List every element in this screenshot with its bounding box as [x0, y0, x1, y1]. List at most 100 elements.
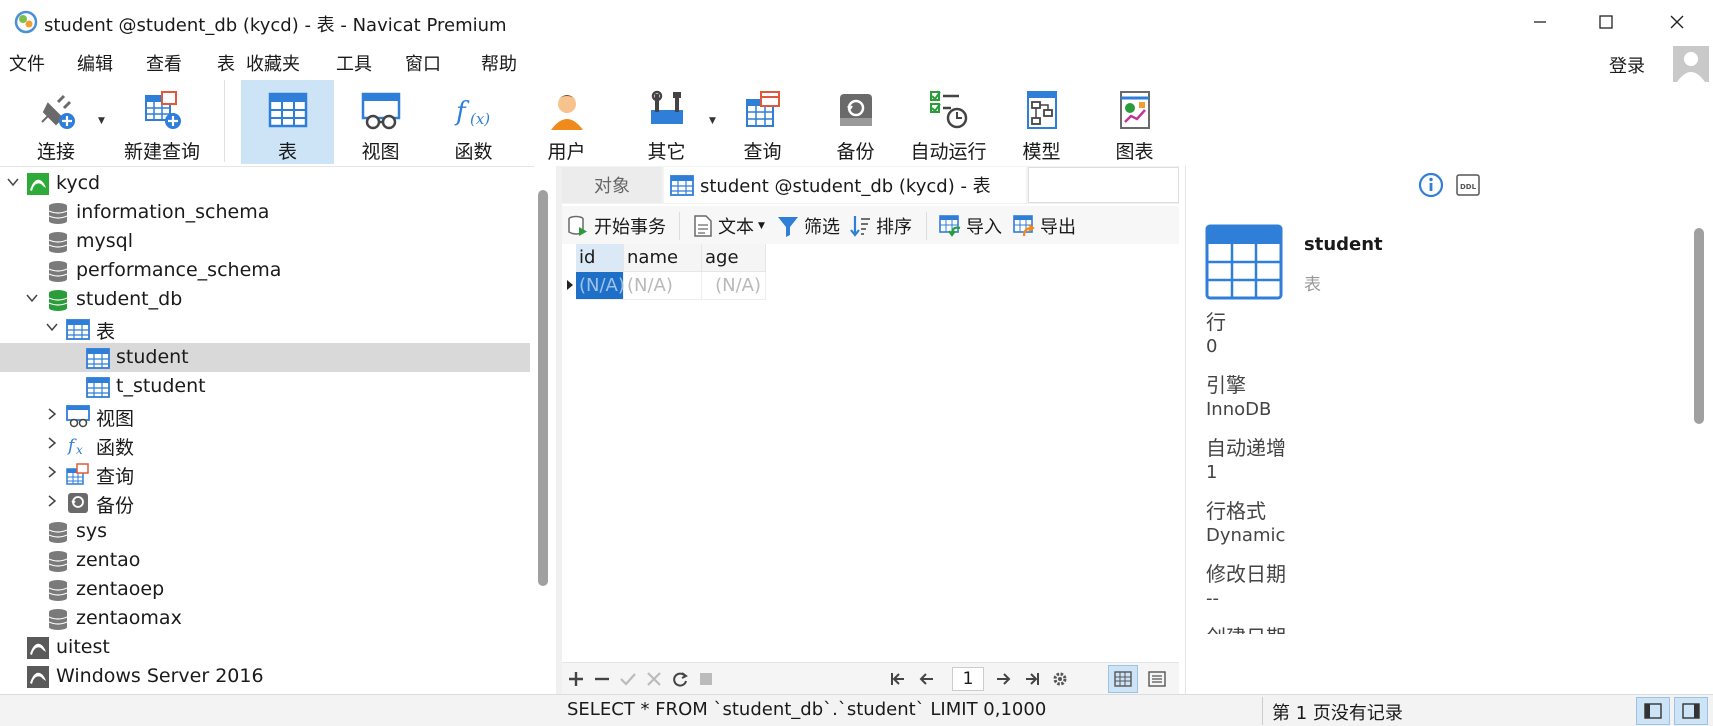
menu-favorites[interactable]: 收藏夹	[246, 50, 300, 76]
stop-button[interactable]	[696, 669, 716, 689]
chevron-right-icon[interactable]	[45, 465, 59, 479]
last-page-button[interactable]	[1022, 669, 1042, 689]
menu-help[interactable]: 帮助	[481, 50, 517, 76]
column-header-name[interactable]: name	[624, 244, 702, 272]
column-header-id[interactable]: id	[576, 244, 624, 272]
login-link[interactable]: 登录	[1609, 52, 1645, 78]
toolbar-label: 图表	[1115, 141, 1154, 163]
toolbar-model-button[interactable]: 模型	[995, 80, 1088, 164]
object-name: student	[1304, 234, 1383, 255]
tab-label: student @student_db (kycd) - 表	[700, 176, 991, 197]
cell-id[interactable]: (N/A)	[576, 272, 625, 300]
import-button[interactable]: 导入	[938, 214, 1002, 238]
close-button[interactable]	[1657, 8, 1697, 36]
refresh-button[interactable]	[670, 669, 690, 689]
tree-item-label: student	[116, 346, 189, 368]
cell-name[interactable]: (N/A)	[624, 272, 702, 300]
toolbar-label: 用户	[547, 141, 586, 163]
tree-item-mysql[interactable]: mysql	[0, 227, 530, 256]
page-number-input[interactable]: 1	[952, 667, 984, 691]
text-view-button[interactable]: 文本 ▼	[692, 214, 765, 238]
previous-page-button[interactable]	[916, 669, 936, 689]
tab-student-table[interactable]: student @student_db (kycd) - 表	[664, 167, 1026, 203]
chevron-down-icon[interactable]: ▼	[709, 116, 716, 126]
toolbar-chart-button[interactable]: 图表	[1088, 80, 1181, 164]
chevron-right-icon[interactable]	[45, 494, 59, 508]
tree-item-queries-folder[interactable]: 查询	[0, 459, 530, 488]
tree-item-windows-server-2016[interactable]: Windows Server 2016	[0, 662, 530, 691]
delete-record-button[interactable]	[592, 669, 612, 689]
apply-changes-button[interactable]	[618, 669, 638, 689]
tree-item-views-folder[interactable]: 视图	[0, 401, 530, 430]
menu-file[interactable]: 文件	[9, 50, 45, 76]
info-icon[interactable]	[1418, 172, 1444, 198]
toolbar-user-button[interactable]: 用户	[520, 80, 613, 164]
menu-tools[interactable]: 工具	[336, 50, 372, 76]
tree-item-student-db[interactable]: student_db	[0, 285, 530, 314]
toolbar-new-query-button[interactable]: 新建查询	[112, 80, 212, 164]
tree-item-zentaoep[interactable]: zentaoep	[0, 575, 530, 604]
maximize-button[interactable]	[1586, 8, 1626, 36]
ddl-icon[interactable]: DDL	[1456, 174, 1480, 196]
toolbar-automation-button[interactable]: 自动运行	[902, 80, 995, 164]
begin-transaction-button[interactable]: 开始事务	[566, 214, 666, 238]
mysql-connection-icon	[27, 173, 49, 195]
menu-view[interactable]: 查看	[146, 50, 182, 76]
user-avatar-icon	[1677, 52, 1705, 82]
tree-item-backups-folder[interactable]: 备份	[0, 488, 530, 517]
add-record-button[interactable]	[566, 669, 586, 689]
tab-objects[interactable]: 对象	[562, 167, 662, 203]
chevron-down-icon[interactable]: ▼	[98, 116, 105, 126]
toggle-right-pane-button[interactable]	[1674, 697, 1708, 725]
tree-item-t-student[interactable]: t_student	[0, 372, 530, 401]
menu-edit[interactable]: 编辑	[77, 50, 113, 76]
chevron-down-icon[interactable]	[6, 175, 20, 189]
prop-auto-increment-value: 1	[1206, 462, 1218, 483]
toolbar-view-button[interactable]: 视图	[334, 80, 427, 164]
properties-scrollbar[interactable]	[1694, 228, 1704, 424]
toolbar-backup-button[interactable]: 备份	[809, 80, 902, 164]
mysql-connection-icon	[27, 666, 49, 688]
tree-item-zentao[interactable]: zentao	[0, 546, 530, 575]
toggle-left-pane-button[interactable]	[1636, 697, 1670, 725]
chevron-right-icon[interactable]	[45, 407, 59, 421]
sidebar-scrollbar[interactable]	[538, 190, 548, 586]
tree-item-uitest[interactable]: uitest	[0, 633, 530, 662]
column-header-age[interactable]: age	[702, 244, 766, 272]
toolbar-query-button[interactable]: 查询	[716, 80, 809, 164]
toolbar-function-button[interactable]: f (x) 函数	[427, 80, 520, 164]
tree-item-student[interactable]: student	[0, 343, 530, 372]
menu-table[interactable]: 表	[217, 50, 235, 76]
toolbar-table-button[interactable]: 表	[241, 80, 334, 164]
chevron-down-icon[interactable]	[25, 291, 39, 305]
sort-button[interactable]: 排序	[848, 214, 912, 238]
tree-item-information-schema[interactable]: information_schema	[0, 198, 530, 227]
first-page-button[interactable]	[888, 669, 908, 689]
next-page-button[interactable]	[994, 669, 1014, 689]
grid-view-button[interactable]	[1108, 665, 1138, 693]
discard-changes-button[interactable]	[644, 669, 664, 689]
menu-window[interactable]: 窗口	[405, 50, 441, 76]
tree-item-functions-folder[interactable]: fx 函数	[0, 430, 530, 459]
chevron-down-icon[interactable]: ▼	[758, 221, 765, 231]
tree-item-kycd[interactable]: kycd	[0, 169, 530, 198]
tree-item-zentaomax[interactable]: zentaomax	[0, 604, 530, 633]
toolbar-others-button[interactable]: 其它	[620, 80, 713, 164]
chevron-down-icon[interactable]	[45, 320, 59, 334]
tree-item-label: kycd	[56, 172, 101, 194]
right-panel-icon	[1682, 703, 1700, 719]
avatar[interactable]	[1673, 46, 1709, 82]
form-view-button[interactable]	[1144, 669, 1170, 689]
filter-button[interactable]: 筛选	[776, 214, 840, 238]
tree-item-performance-schema[interactable]: performance_schema	[0, 256, 530, 285]
settings-button[interactable]	[1050, 669, 1070, 689]
export-button[interactable]: 导出	[1012, 214, 1076, 238]
cell-age[interactable]: (N/A)	[702, 272, 766, 300]
minimize-button[interactable]	[1520, 8, 1560, 36]
prop-rows-label: 行	[1206, 310, 1226, 334]
tree-item-sys[interactable]: sys	[0, 517, 530, 546]
chevron-right-icon[interactable]	[45, 436, 59, 450]
tree-item-tables-folder[interactable]: 表	[0, 314, 530, 343]
text-view-label: 文本	[718, 217, 754, 238]
toolbar-connection-button[interactable]: 连接	[18, 80, 94, 164]
